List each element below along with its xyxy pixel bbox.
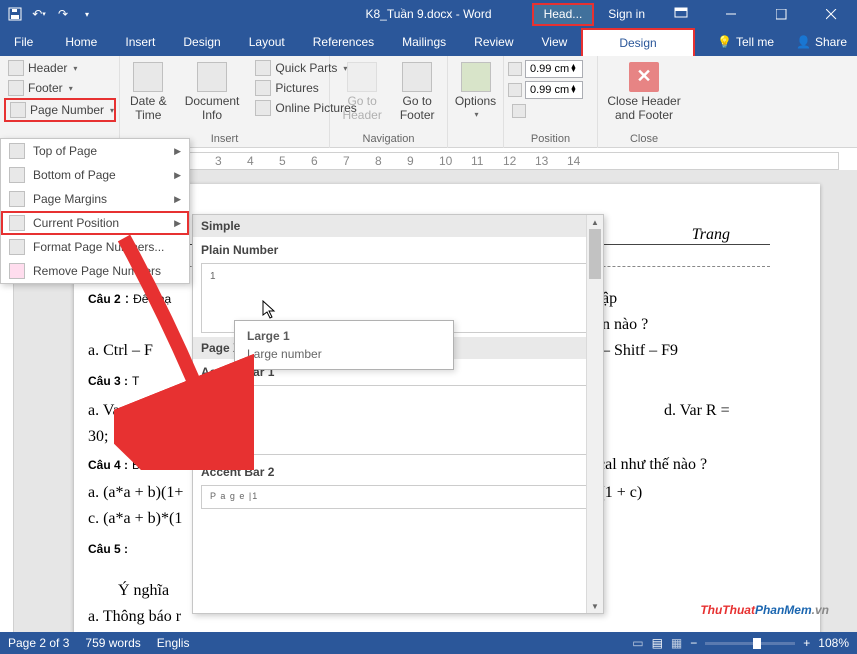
gallery-item-accent-bar-1[interactable]: 1|P a g e [201,385,595,455]
gallery-item-accent-bar-2[interactable]: P a g e |1 [201,485,595,509]
quick-access-toolbar: ↶▾ ↷ ▾ [4,3,98,25]
tab-view[interactable]: View [528,28,582,56]
format-icon [9,239,25,255]
ribbon-tabs: File Home Insert Design Layout Reference… [0,28,857,56]
zoom-level[interactable]: 108% [818,636,849,650]
page-number-dropdown[interactable]: Page Number▾ [4,98,116,122]
remove-icon [9,263,25,279]
options-icon [461,62,491,92]
margins-icon [9,191,25,207]
tab-design[interactable]: Design [169,28,234,56]
footer-from-bottom-input[interactable]: ▲▼ [525,81,583,99]
tab-layout[interactable]: Layout [235,28,299,56]
watermark: ThuThuatPhanMem.vn [700,594,829,620]
tab-home[interactable]: Home [51,28,111,56]
status-language[interactable]: Englis [157,636,190,650]
ribbon: Header▾ Footer▾ Page Number▾ Date & Time… [0,56,857,148]
scroll-up-icon[interactable]: ▲ [587,215,603,229]
page-number-gallery: Simple Plain Number 1 Page X Accent Bar … [192,214,604,614]
view-web-icon[interactable]: ▦ [671,636,682,650]
status-page[interactable]: Page 2 of 3 [8,636,69,650]
view-read-icon[interactable]: ▭ [632,636,643,650]
page-number-menu: Top of Page▶ Bottom of Page▶ Page Margin… [0,138,190,284]
bottom-page-icon [9,167,25,183]
ribbon-options-icon[interactable] [659,0,703,28]
save-icon[interactable] [4,3,26,25]
document-info-button[interactable]: Document Info [179,58,246,131]
statusbar: Page 2 of 3 759 words Englis ▭ ▤ ▦ − + 1… [0,632,857,654]
gallery-scrollbar[interactable]: ▲ ▼ [586,215,603,613]
menu-format-page-numbers[interactable]: Format Page Numbers... [1,235,189,259]
menu-top-of-page[interactable]: Top of Page▶ [1,139,189,163]
tooltip-text: Large number [247,347,441,361]
tooltip-large-1: Large 1 Large number [234,320,454,370]
page-number-icon [10,102,26,118]
gallery-label-plain: Plain Number [193,237,603,259]
menu-remove-page-numbers[interactable]: Remove Page Numbers [1,259,189,283]
goto-footer-button[interactable]: Go to Footer [394,58,441,131]
goto-header-button: Go to Header [336,58,387,131]
date-time-icon [133,62,163,92]
maximize-button[interactable] [759,0,803,28]
qat-customize-icon[interactable]: ▾ [76,3,98,25]
undo-icon[interactable]: ↶▾ [28,3,50,25]
minimize-button[interactable] [709,0,753,28]
goto-footer-icon [402,62,432,92]
header-dropdown[interactable]: Header▾ [4,58,116,78]
tab-review[interactable]: Review [460,28,527,56]
bulb-icon: 💡 [717,35,732,49]
status-words[interactable]: 759 words [85,636,140,650]
header-text[interactable]: Trang [692,226,730,244]
close-x-icon: ✕ [629,62,659,92]
group-label-close: Close [602,131,686,148]
tooltip-title: Large 1 [247,329,441,343]
top-margin-icon [508,62,522,76]
zoom-in-button[interactable]: + [803,636,810,650]
pictures-icon [255,80,271,96]
redo-icon[interactable]: ↷ [52,3,74,25]
bottom-margin-icon [508,83,522,97]
menu-bottom-of-page[interactable]: Bottom of Page▶ [1,163,189,187]
group-label-nav: Navigation [334,131,443,148]
gallery-label-accent2: Accent Bar 2 [193,459,603,481]
online-pictures-icon [255,100,271,116]
header-footer-tools-tab[interactable]: Head... [532,3,595,26]
quick-parts-icon [255,60,271,76]
signin-button[interactable]: Sign in [600,3,653,25]
current-pos-icon [9,215,25,231]
document-title: K8_Tuần 9.docx - Word [365,7,491,21]
menu-page-margins[interactable]: Page Margins▶ [1,187,189,211]
top-page-icon [9,143,25,159]
share-icon: 👤 [796,35,811,49]
header-from-top-input[interactable]: ▲▼ [525,60,583,78]
tellme-search[interactable]: 💡Tell me [705,28,786,56]
share-button[interactable]: 👤Share [786,28,857,56]
group-label-position: Position [508,131,593,148]
goto-header-icon [347,62,377,92]
tab-file[interactable]: File [0,28,47,56]
tab-icon [512,104,526,118]
footer-icon [8,80,24,96]
header-icon [8,60,24,76]
tab-hf-design[interactable]: Design [581,28,694,56]
doc-info-icon [197,62,227,92]
menu-current-position[interactable]: Current Position▶ [1,211,189,235]
tab-references[interactable]: References [299,28,388,56]
zoom-slider[interactable] [705,642,795,645]
gallery-group-simple: Simple [193,215,603,237]
insert-tab-button[interactable] [508,102,583,120]
close-button[interactable] [809,0,853,28]
tab-insert[interactable]: Insert [111,28,169,56]
scroll-down-icon[interactable]: ▼ [587,599,603,613]
close-header-footer-button[interactable]: ✕Close Header and Footer [601,58,686,131]
footer-dropdown[interactable]: Footer▾ [4,78,116,98]
titlebar: ↶▾ ↷ ▾ K8_Tuần 9.docx - Word Head... Sig… [0,0,857,28]
options-button[interactable]: Options▾ [449,58,502,148]
date-time-button[interactable]: Date & Time [124,58,173,131]
scroll-thumb[interactable] [589,229,601,279]
view-print-icon[interactable]: ▤ [652,636,663,650]
zoom-out-button[interactable]: − [690,636,697,650]
tab-mailings[interactable]: Mailings [388,28,460,56]
